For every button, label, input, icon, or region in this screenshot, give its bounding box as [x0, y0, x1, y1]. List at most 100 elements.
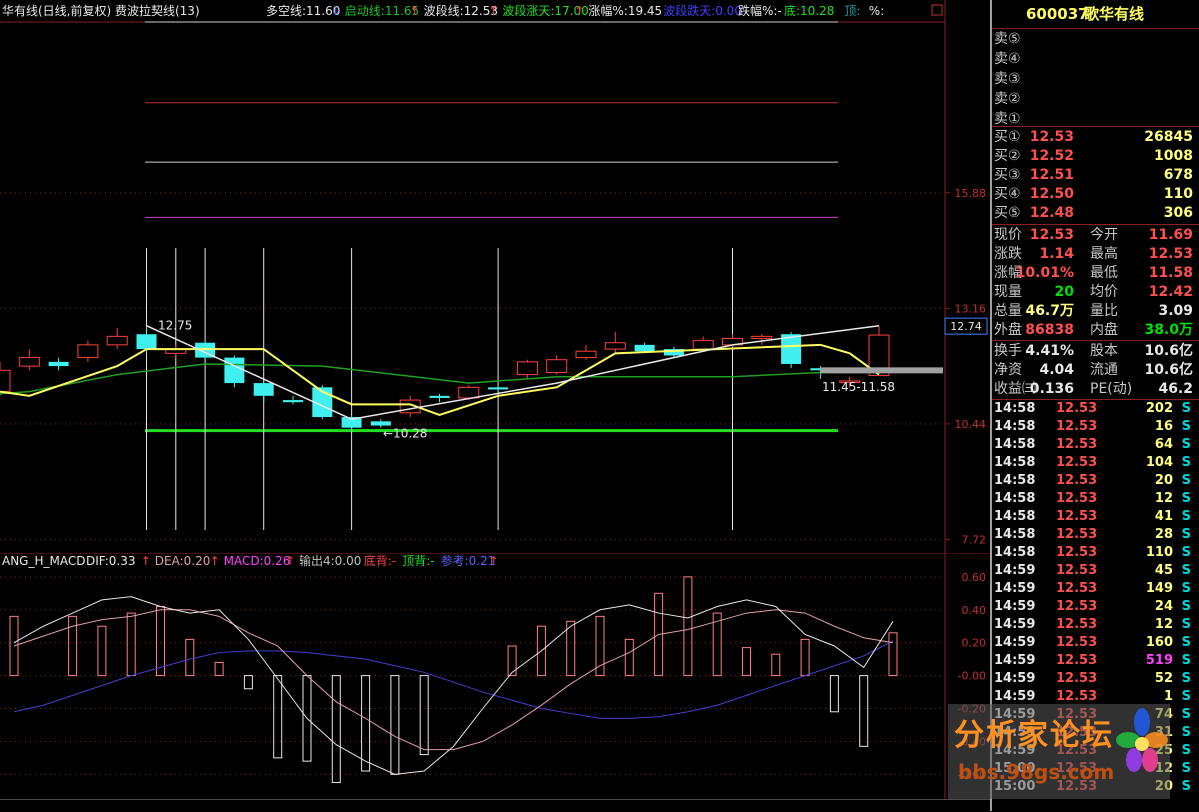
macd-histogram-bar — [859, 675, 869, 747]
sell-level-label: 卖⑤ — [994, 31, 1021, 47]
tick-side: S — [1181, 455, 1191, 470]
candle-body — [77, 344, 99, 359]
tick-row[interactable]: 14:59 12.53 149 S — [992, 580, 1199, 598]
candle-body — [692, 340, 714, 350]
stat-label: 最高 — [1090, 246, 1118, 262]
tick-volume: 20 — [1154, 473, 1173, 488]
tick-row[interactable]: 14:58 12.53 28 S — [992, 526, 1199, 544]
macd-histogram-bar — [156, 605, 165, 677]
quote-stat-row: 收益㈢ 0.136 PE(动) 46.2 — [992, 380, 1199, 398]
tick-time: 14:59 — [994, 581, 1036, 596]
tick-row[interactable]: 14:59 12.53 12 S — [992, 616, 1199, 634]
tick-row[interactable]: 14:58 12.53 110 S — [992, 544, 1199, 562]
tick-volume: 149 — [1145, 581, 1173, 596]
buy-price: 12.51 — [1029, 167, 1074, 183]
macd-histogram-bar — [273, 675, 283, 759]
tick-side: S — [1181, 491, 1191, 506]
indicator-arrow-icon: ↑ — [410, 4, 420, 18]
tick-side: S — [1181, 707, 1191, 722]
candle-body — [106, 335, 128, 346]
flower-logo-icon — [1116, 708, 1168, 772]
header-indicator: 波段跌天:0.00 — [663, 3, 742, 18]
chart-title: 华有线(日线,前复权) 费波拉契线(13) — [2, 3, 200, 18]
tick-row[interactable]: 14:59 12.53 52 S — [992, 670, 1199, 688]
tick-row[interactable]: 14:58 12.53 41 S — [992, 508, 1199, 526]
tick-row[interactable]: 14:58 12.53 104 S — [992, 454, 1199, 472]
tick-row[interactable]: 14:58 12.53 202 S — [992, 400, 1199, 418]
sell-level-row[interactable]: 卖② — [992, 90, 1199, 108]
quote-stat-row: 涨幅 10.01% 最低 11.58 — [992, 264, 1199, 282]
tick-row[interactable]: 14:58 12.53 16 S — [992, 418, 1199, 436]
macd-dif-line — [13, 596, 894, 775]
macd-legend-item: MACD:0.26 — [224, 554, 291, 568]
stat-label: 外盘 — [994, 322, 1022, 338]
tick-side: S — [1181, 689, 1191, 704]
tick-time: 14:58 — [994, 509, 1036, 524]
tick-row[interactable]: 14:59 12.53 45 S — [992, 562, 1199, 580]
buy-level-label: 买⑤ — [994, 205, 1021, 221]
candle-body — [283, 400, 303, 403]
price-tick-label: 7.72 — [962, 533, 987, 546]
tick-row[interactable]: 14:59 12.53 160 S — [992, 634, 1199, 652]
price-tick-label: 15.88 — [955, 187, 987, 200]
tick-side: S — [1181, 473, 1191, 488]
stat-value: 12.42 — [1148, 284, 1193, 300]
[object Object] — [146, 320, 156, 326]
buy-volume: 1008 — [1154, 148, 1193, 164]
watermark-title: 分析家论坛 — [954, 718, 1114, 753]
candle-body — [370, 421, 391, 426]
buy-level-row[interactable]: 买⑤ 12.48 306 — [992, 204, 1199, 222]
sell-level-row[interactable]: 卖③ — [992, 70, 1199, 88]
stock-code-header[interactable]: 600037 歌华有线 — [992, 0, 1199, 29]
macd-title: ANG_H_MACD — [2, 554, 85, 568]
candle-body — [18, 357, 40, 367]
main-price-chart[interactable]: 15.88 13.16 10.44 7.72 12.75 ←10.28 11.45-11.5… — [0, 0, 990, 553]
tick-side: S — [1181, 437, 1191, 452]
macd-legend-item: 底背:- — [364, 553, 396, 568]
stat-value: 46.2 — [1158, 381, 1193, 397]
stat-value: 38.0万 — [1144, 322, 1193, 338]
stat-value: 3.09 — [1158, 303, 1193, 319]
buy-level-row[interactable]: 买④ 12.50 110 — [992, 185, 1199, 203]
sell-level-label: 卖③ — [994, 71, 1021, 87]
tick-row[interactable]: 14:58 12.53 64 S — [992, 436, 1199, 454]
macd-tick-label: 0.60 — [962, 571, 987, 584]
stat-value: 10.6亿 — [1144, 343, 1193, 359]
macd-histogram-bar — [595, 615, 605, 677]
tick-row[interactable]: 14:58 12.53 12 S — [992, 490, 1199, 508]
tick-price: 12.53 — [1056, 599, 1098, 614]
stat-label: 现价 — [994, 227, 1022, 243]
tick-side: S — [1181, 527, 1191, 542]
tick-price: 12.53 — [1056, 491, 1098, 506]
tick-price: 12.53 — [1056, 509, 1098, 524]
macd-arrow-icon: ↑ — [210, 554, 220, 568]
macd-chart[interactable]: 0.600.400.20-0.00-0.20-0.40-0.60ANG_H_MA… — [0, 553, 990, 807]
buy-level-row[interactable]: 买① 12.53 26845 — [992, 128, 1199, 146]
stat-label: 涨跌 — [994, 246, 1022, 262]
sell-level-row[interactable]: 卖⑤ — [992, 30, 1199, 48]
tick-price: 12.53 — [1056, 473, 1098, 488]
buy-level-row[interactable]: 买② 12.52 1008 — [992, 147, 1199, 165]
tick-row[interactable]: 14:58 12.53 20 S — [992, 472, 1199, 490]
tick-price: 12.53 — [1056, 419, 1098, 434]
tick-row[interactable]: 14:59 12.53 24 S — [992, 598, 1199, 616]
macd-histogram-bar — [419, 675, 429, 756]
date-axis-bar — [0, 799, 990, 812]
tick-side: S — [1181, 743, 1191, 758]
header-indicator: 跌幅%:- — [738, 3, 782, 18]
buy-level-row[interactable]: 买③ 12.51 678 — [992, 166, 1199, 184]
macd-histogram-bar — [742, 647, 751, 677]
tick-side: S — [1181, 725, 1191, 740]
stat-value: 1.14 — [1039, 246, 1074, 262]
tick-time: 14:58 — [994, 437, 1036, 452]
tick-volume: 12 — [1154, 617, 1173, 632]
high-annotation: 12.75 — [158, 319, 192, 333]
header-indicator: 启动线:11.65 — [345, 4, 419, 18]
sell-level-row[interactable]: 卖④ — [992, 50, 1199, 68]
tick-row[interactable]: 14:59 12.53 519 S — [992, 652, 1199, 670]
low-annotation: ←10.28 — [383, 427, 427, 441]
stat-label: 量比 — [1090, 303, 1118, 319]
tick-volume: 12 — [1154, 491, 1173, 506]
stat-label: 换手 — [994, 343, 1022, 359]
stat-value: 20 — [1054, 284, 1074, 300]
